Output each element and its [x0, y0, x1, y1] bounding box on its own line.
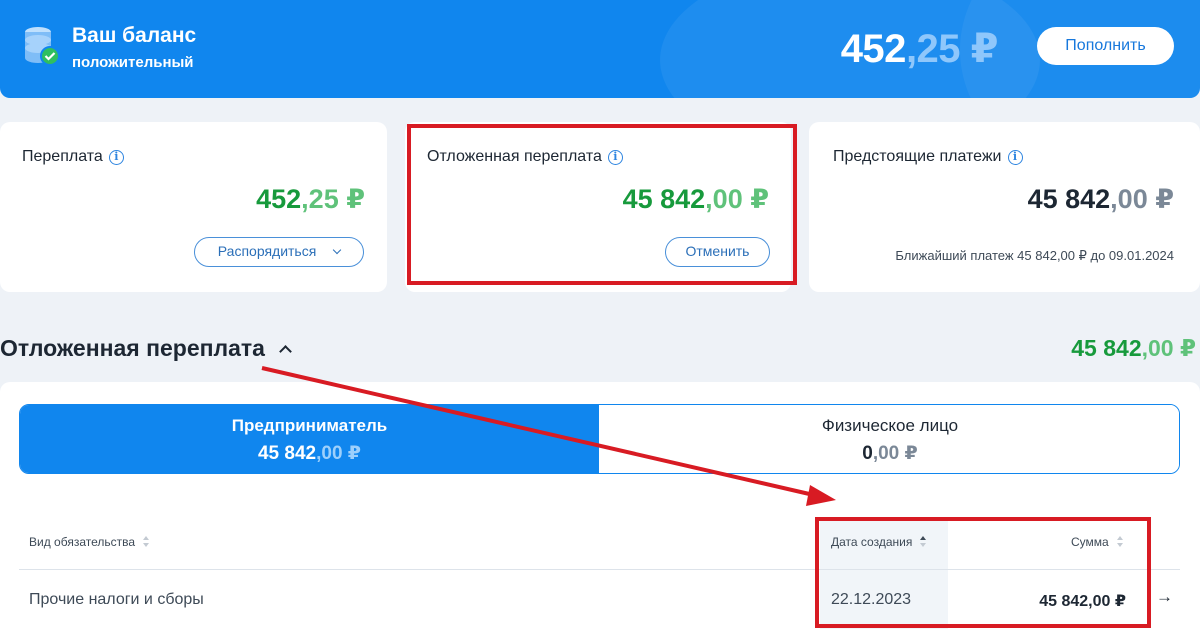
overpay-amount: 452,25 ₽ [256, 184, 365, 215]
section-title-text: Отложенная переплата [0, 335, 265, 361]
info-icon[interactable]: i [108, 150, 124, 165]
dispose-button-label: Распорядиться [217, 243, 317, 259]
arrow-right-icon[interactable]: → [1156, 587, 1173, 607]
next-payment-note: Ближайший платеж 45 842,00 ₽ до 09.01.20… [895, 248, 1174, 263]
tab-individual-amount-int: 0 [862, 443, 873, 464]
section-title[interactable]: Отложенная переплата [0, 335, 292, 362]
dispose-button[interactable]: Распорядиться [194, 237, 364, 267]
balance-amount-int: 452 [840, 27, 907, 71]
chevron-down-icon [332, 245, 342, 255]
sort-icon[interactable] [143, 536, 150, 548]
section-amount-frac: ,00 ₽ [1141, 335, 1196, 361]
overpay-card: Переплата i 452,25 ₽ Распорядиться [0, 122, 387, 292]
upcoming-amount: 45 842,00 ₽ [1028, 184, 1174, 215]
upcoming-label-text: Предстоящие платежи [833, 148, 1002, 165]
section-amount-int: 45 842 [1071, 335, 1142, 361]
highlight-frame [815, 517, 1151, 628]
balance-status: положительный [72, 54, 194, 71]
balance-title: Ваш баланс [72, 24, 197, 47]
column-header-type-label: Вид обязательства [29, 535, 136, 549]
overpay-amount-frac: ,25 ₽ [301, 184, 365, 214]
tab-individual[interactable]: Физическое лицо 0,00 ₽ [599, 405, 1179, 473]
tab-entrepreneur[interactable]: Предприниматель 45 842,00 ₽ [20, 405, 599, 473]
balance-amount: 452,25 ₽ [840, 26, 999, 72]
row-type: Прочие налоги и сборы [29, 591, 204, 608]
overpay-amount-int: 452 [256, 184, 302, 214]
upcoming-card: Предстоящие платежи i 45 842,00 ₽ Ближайш… [809, 122, 1200, 292]
tab-entrepreneur-amount: 45 842,00 ₽ [20, 442, 599, 465]
chevron-up-icon[interactable] [279, 345, 292, 358]
coins-check-icon [25, 27, 60, 66]
topup-button[interactable]: Пополнить [1037, 27, 1174, 65]
tab-individual-label: Физическое лицо [821, 416, 959, 435]
upcoming-label: Предстоящие платежи i [833, 148, 1023, 166]
balance-banner: Ваш баланс положительный 452,25 ₽ Пополн… [0, 0, 1200, 98]
overpay-label-text: Переплата [22, 148, 103, 165]
tab-individual-amount-frac: ,00 ₽ [872, 443, 918, 464]
tab-entrepreneur-amount-frac: ,00 ₽ [316, 443, 362, 464]
highlight-frame [407, 124, 797, 285]
column-header-type[interactable]: Вид обязательства [29, 535, 150, 549]
tab-entrepreneur-amount-int: 45 842 [257, 443, 317, 464]
upcoming-amount-frac: ,00 ₽ [1110, 184, 1174, 214]
taxpayer-type-switch: Предприниматель 45 842,00 ₽ Физическое л… [19, 404, 1180, 474]
tab-entrepreneur-label: Предприниматель [231, 416, 388, 435]
overpay-label: Переплата i [22, 148, 124, 166]
info-icon[interactable]: i [1007, 150, 1023, 165]
balance-amount-frac: ,25 ₽ [905, 27, 999, 71]
section-amount: 45 842,00 ₽ [1071, 335, 1196, 362]
upcoming-amount-int: 45 842 [1027, 184, 1111, 214]
tab-individual-amount: 0,00 ₽ [599, 442, 1179, 465]
